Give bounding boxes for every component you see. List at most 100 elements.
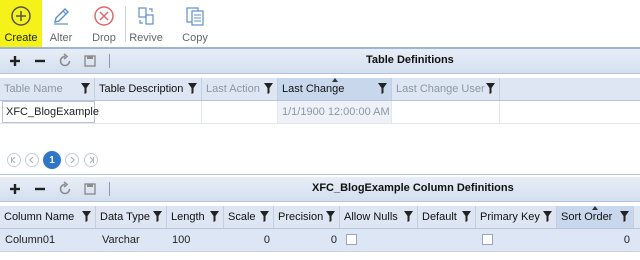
current-page-button[interactable]: 1 <box>43 151 61 169</box>
drop-button[interactable]: Drop <box>84 0 124 47</box>
x-circle-icon <box>94 6 114 26</box>
filter-icon[interactable] <box>486 83 495 94</box>
alter-label: Alter <box>49 32 73 44</box>
table-definitions-title: Table Definitions <box>366 54 454 66</box>
filter-icon[interactable] <box>82 211 91 222</box>
col-label: Table Name <box>4 83 63 95</box>
prev-page-button[interactable] <box>25 153 39 167</box>
last-action-cell[interactable] <box>202 101 278 123</box>
allow-nulls-cell[interactable] <box>340 229 418 251</box>
filter-icon[interactable] <box>404 211 413 222</box>
col-precision[interactable]: Precision <box>274 206 340 228</box>
col-label: Primary Key <box>480 211 540 223</box>
col-label: Scale <box>228 211 256 223</box>
col-scale[interactable]: Scale <box>224 206 274 228</box>
save-icon[interactable] <box>81 52 99 70</box>
table-grid-header: Table Name Table Description Last Action… <box>0 78 640 101</box>
table-row[interactable]: Column01 Varchar 100 0 0 0 <box>0 229 640 251</box>
col-last-action[interactable]: Last Action <box>202 78 278 100</box>
header-separator <box>109 182 110 196</box>
filter-icon[interactable] <box>153 211 162 222</box>
sort-order-cell[interactable]: 0 <box>557 229 634 251</box>
col-table-name[interactable]: Table Name <box>0 78 95 100</box>
filter-icon[interactable] <box>462 211 471 222</box>
refresh-icon[interactable] <box>56 52 74 70</box>
create-label: Create <box>4 32 38 44</box>
default-cell[interactable] <box>418 229 476 251</box>
add-icon[interactable] <box>6 180 24 198</box>
col-label: Allow Nulls <box>344 211 398 223</box>
table-name-cell[interactable]: XFC_BlogExample <box>2 101 99 123</box>
sort-ascending-icon <box>592 206 598 210</box>
col-last-change-user[interactable]: Last Change User <box>392 78 500 100</box>
col-label: Last Change <box>282 83 345 95</box>
filter-icon[interactable] <box>210 211 219 222</box>
col-last-change[interactable]: Last Change <box>278 78 392 100</box>
allow-nulls-checkbox[interactable] <box>346 234 357 245</box>
last-page-icon <box>89 156 94 164</box>
filter-icon[interactable] <box>260 211 269 222</box>
main-toolbar: Create Alter Drop Revive Copy <box>0 0 640 47</box>
col-primary-key[interactable]: Primary Key <box>476 206 557 228</box>
remove-icon[interactable] <box>31 52 49 70</box>
copy-label: Copy <box>182 32 208 44</box>
col-length[interactable]: Length <box>167 206 224 228</box>
col-default[interactable]: Default <box>418 206 476 228</box>
filter-icon[interactable] <box>188 83 197 94</box>
pencil-icon <box>54 8 69 25</box>
header-separator <box>109 54 110 68</box>
cell-text: 0 <box>330 234 337 246</box>
revive-label: Revive <box>129 32 163 44</box>
column-name-cell[interactable]: Column01 <box>0 229 96 251</box>
filter-icon[interactable] <box>326 211 335 222</box>
col-column-name[interactable]: Column Name <box>0 206 96 228</box>
cell-text: XFC_BlogExample <box>6 106 99 118</box>
filter-icon[interactable] <box>81 83 90 94</box>
col-allow-nulls[interactable]: Allow Nulls <box>340 206 418 228</box>
column-definitions-title: XFC_BlogExample Column Definitions <box>312 182 514 194</box>
first-page-button[interactable] <box>7 153 21 167</box>
table-row[interactable]: XFC_BlogExample 1/1/1900 12:00:00 AM <box>0 101 640 123</box>
save-icon[interactable] <box>81 180 99 198</box>
col-label: Length <box>171 211 205 223</box>
filter-icon[interactable] <box>264 83 273 94</box>
plus-circle-icon <box>11 6 31 26</box>
primary-key-checkbox[interactable] <box>482 234 493 245</box>
create-button[interactable]: Create <box>0 0 42 47</box>
precision-cell[interactable]: 0 <box>274 229 340 251</box>
last-page-button[interactable] <box>84 153 98 167</box>
filter-icon[interactable] <box>543 211 552 222</box>
drop-label: Drop <box>92 32 116 44</box>
row-divider <box>0 251 640 252</box>
copy-button[interactable]: Copy <box>176 0 214 47</box>
column-definitions-header: XFC_BlogExample Column Definitions <box>0 177 640 202</box>
revive-button[interactable]: Revive <box>126 0 166 47</box>
copy-icon <box>186 7 204 26</box>
col-label: Last Action <box>206 83 260 95</box>
data-type-cell[interactable]: Varchar <box>96 229 167 251</box>
remove-icon[interactable] <box>31 180 49 198</box>
alter-button[interactable]: Alter <box>42 0 80 47</box>
cell-text: 0 <box>623 234 630 246</box>
next-page-button[interactable] <box>65 153 79 167</box>
table-description-cell[interactable] <box>95 101 202 123</box>
col-data-type[interactable]: Data Type <box>96 206 167 228</box>
length-cell[interactable]: 100 <box>167 229 224 251</box>
last-change-cell[interactable]: 1/1/1900 12:00:00 AM <box>278 101 392 123</box>
scale-cell[interactable]: 0 <box>224 229 274 251</box>
add-icon[interactable] <box>6 52 24 70</box>
table-pager: 1 <box>0 149 640 173</box>
next-page-icon <box>70 156 75 164</box>
last-change-user-cell[interactable] <box>392 101 500 123</box>
col-sort-order[interactable]: Sort Order <box>557 206 634 228</box>
col-table-description[interactable]: Table Description <box>95 78 202 100</box>
panel-divider <box>0 174 640 175</box>
col-label: Data Type <box>100 211 150 223</box>
primary-key-cell[interactable] <box>476 229 557 251</box>
filter-icon[interactable] <box>620 211 629 222</box>
refresh-icon[interactable] <box>56 180 74 198</box>
table-definitions-header: Table Definitions <box>0 49 640 74</box>
col-label: Last Change User <box>396 83 485 95</box>
col-label: Sort Order <box>561 211 613 223</box>
filter-icon[interactable] <box>378 83 387 94</box>
